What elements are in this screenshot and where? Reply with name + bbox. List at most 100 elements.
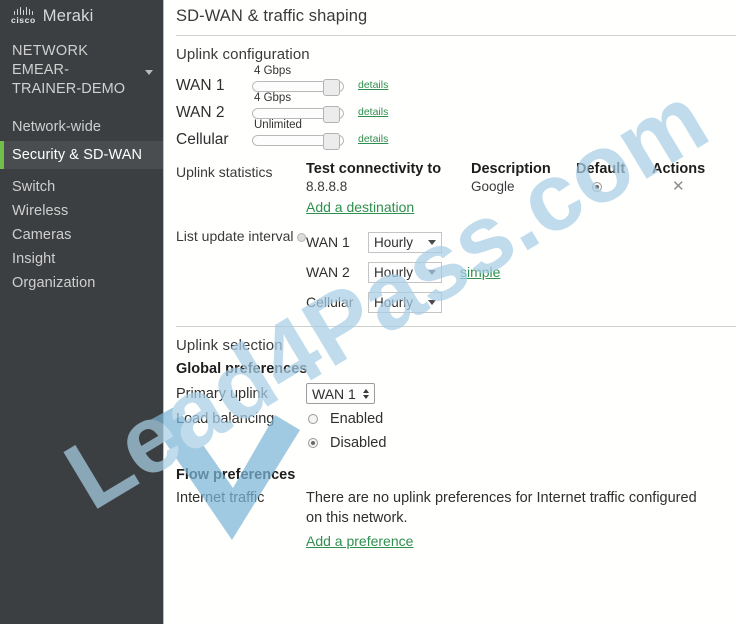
interval-value: Hourly bbox=[374, 294, 414, 310]
interval-select-cellular[interactable]: Hourly bbox=[368, 291, 442, 313]
brand-logo[interactable]: cisco Meraki bbox=[0, 0, 163, 30]
sidebar-item-label: Organization bbox=[12, 275, 96, 291]
uplink-configuration-heading: Uplink configuration bbox=[176, 46, 310, 63]
interval-row-wan1: WAN 1 Hourly bbox=[306, 227, 736, 257]
uplink-statistics-label: Uplink statistics bbox=[176, 164, 273, 180]
info-icon[interactable] bbox=[296, 232, 306, 242]
flow-preferences-title: Flow preferences bbox=[176, 467, 296, 483]
radio-label: Enabled bbox=[330, 410, 384, 427]
default-cell bbox=[576, 179, 652, 194]
details-link-wan1[interactable]: details bbox=[358, 79, 388, 95]
sidebar-item-insight[interactable]: Insight bbox=[0, 247, 163, 271]
add-destination-link[interactable]: Add a destination bbox=[306, 199, 414, 215]
section-divider bbox=[176, 326, 736, 327]
column-header-test: Test connectivity to bbox=[306, 161, 442, 177]
network-name: EMEAR-TRAINER-DEMO bbox=[12, 62, 126, 97]
slider-handle[interactable] bbox=[323, 79, 340, 96]
sidebar-item-label: Security & SD-WAN bbox=[12, 147, 143, 163]
uplink-selection-heading: Uplink selection bbox=[176, 337, 283, 354]
interval-row-cellular: Cellular Hourly bbox=[306, 287, 736, 317]
interval-row-wan2: WAN 2 Hourly simple bbox=[306, 257, 736, 287]
primary-uplink-label: Primary uplink bbox=[176, 385, 268, 402]
actions-cell: ✕ bbox=[652, 179, 722, 194]
sidebar-item-label: Cameras bbox=[12, 227, 72, 243]
network-selector[interactable]: NETWORK EMEAR-TRAINER-DEMO bbox=[0, 30, 163, 107]
interval-select-wan2[interactable]: Hourly bbox=[368, 261, 442, 283]
uplink-name: WAN 1 bbox=[176, 77, 225, 94]
close-icon[interactable]: ✕ bbox=[672, 179, 685, 194]
interface-name: WAN 2 bbox=[306, 264, 350, 280]
interface-name: WAN 1 bbox=[306, 234, 350, 250]
destination-description: Google bbox=[471, 179, 515, 194]
sidebar-item-label: Insight bbox=[12, 251, 56, 267]
interface-name: Cellular bbox=[306, 294, 354, 310]
sdwan-traffic-shaping-page: cisco Meraki NETWORK EMEAR-TRAINER-DEMO … bbox=[0, 0, 736, 624]
uplink-statistics-section: Uplink statistics Test connectivity to D… bbox=[176, 161, 736, 217]
slider-track[interactable] bbox=[252, 106, 344, 123]
interval-select-wan1[interactable]: Hourly bbox=[368, 231, 442, 253]
primary-uplink-select[interactable]: WAN 1 bbox=[306, 383, 375, 404]
sidebar-nav-group: Switch Wireless Cameras Insight Organiza… bbox=[0, 175, 163, 295]
network-label: NETWORK bbox=[12, 43, 89, 59]
radio-enabled[interactable] bbox=[308, 413, 318, 424]
interval-rows: WAN 1 Hourly WAN 2 Hourly simple Cellula… bbox=[306, 227, 736, 317]
global-preferences-title: Global preferences bbox=[176, 361, 308, 377]
chevron-down-icon bbox=[428, 239, 436, 245]
sidebar-item-cameras[interactable]: Cameras bbox=[0, 223, 163, 247]
bandwidth-slider-cellular[interactable]: Unlimited bbox=[252, 119, 344, 150]
uplink-row-cellular: Cellular Unlimited details bbox=[176, 119, 736, 150]
uplink-row-wan2: WAN 2 4 Gbps details bbox=[176, 92, 736, 123]
destination-address: 8.8.8.8 bbox=[306, 179, 348, 194]
uplink-statistics-table: Test connectivity to Description Default… bbox=[306, 161, 736, 217]
load-balancing-label: Load balancing bbox=[176, 410, 275, 427]
sidebar: cisco Meraki NETWORK EMEAR-TRAINER-DEMO … bbox=[0, 0, 164, 624]
column-header-actions: Actions bbox=[652, 161, 706, 177]
uplink-name: Cellular bbox=[176, 131, 229, 148]
sidebar-item-label: Network-wide bbox=[12, 119, 102, 135]
radio-disabled[interactable] bbox=[308, 438, 318, 448]
empty-message: There are no uplink preferences for Inte… bbox=[306, 490, 697, 526]
slider-handle[interactable] bbox=[323, 106, 340, 123]
sidebar-item-security-sdwan[interactable]: Security & SD-WAN bbox=[0, 141, 163, 169]
default-radio[interactable] bbox=[592, 182, 602, 193]
table-header-row: Test connectivity to Description Default… bbox=[306, 161, 736, 177]
table-row: 8.8.8.8 Google ✕ bbox=[306, 179, 736, 194]
details-link-cellular[interactable]: details bbox=[358, 133, 388, 149]
cisco-wordmark: cisco bbox=[11, 15, 36, 25]
load-balancing-option-disabled[interactable]: Disabled bbox=[306, 431, 736, 455]
sidebar-item-wireless[interactable]: Wireless bbox=[0, 199, 163, 223]
bandwidth-value: Unlimited bbox=[254, 119, 302, 131]
internet-traffic-label: Internet traffic bbox=[176, 490, 265, 506]
cisco-logo-icon: cisco bbox=[11, 7, 36, 25]
uplink-configuration-section: Uplink configuration WAN 1 4 Gbps detail… bbox=[164, 46, 736, 317]
chevron-down-icon bbox=[428, 299, 436, 305]
load-balancing-option-disabled-wrap: Disabled bbox=[306, 431, 736, 455]
sidebar-item-network-wide[interactable]: Network-wide bbox=[0, 113, 163, 141]
sidebar-item-switch[interactable]: Switch bbox=[0, 175, 163, 199]
sidebar-item-organization[interactable]: Organization bbox=[0, 271, 163, 295]
slider-handle[interactable] bbox=[323, 133, 340, 150]
details-link-wan2[interactable]: details bbox=[358, 106, 388, 122]
chevron-down-icon[interactable] bbox=[145, 70, 153, 75]
bandwidth-value: 4 Gbps bbox=[254, 65, 292, 77]
add-preference-link[interactable]: Add a preference bbox=[306, 533, 413, 549]
uplink-selection-section: Uplink selection Global preferences Prim… bbox=[164, 337, 736, 551]
main-content: SD-WAN & traffic shaping Uplink configur… bbox=[164, 0, 736, 624]
cisco-bars-icon bbox=[13, 7, 34, 15]
sidebar-nav: Network-wide Security & SD-WAN Switch Wi… bbox=[0, 113, 163, 295]
slider-track[interactable] bbox=[252, 133, 344, 150]
list-update-interval-label: List update interval bbox=[176, 227, 306, 317]
chevron-down-icon bbox=[428, 269, 436, 275]
load-balancing-option-enabled[interactable]: Enabled bbox=[306, 407, 383, 431]
interval-value: Hourly bbox=[374, 264, 414, 280]
simple-link[interactable]: simple bbox=[460, 264, 500, 280]
meraki-wordmark: Meraki bbox=[42, 6, 94, 25]
interval-value: Hourly bbox=[374, 234, 414, 250]
internet-traffic-row: Internet traffic There are no uplink pre… bbox=[176, 488, 736, 551]
slider-track[interactable] bbox=[252, 79, 344, 96]
primary-uplink-row: Primary uplink WAN 1 bbox=[176, 381, 736, 406]
updown-arrows-icon bbox=[362, 388, 369, 399]
list-update-interval-section: List update interval WAN 1 Hourly WAN 2 … bbox=[176, 227, 736, 317]
column-header-default: Default bbox=[576, 161, 626, 177]
internet-traffic-content: There are no uplink preferences for Inte… bbox=[306, 488, 701, 551]
